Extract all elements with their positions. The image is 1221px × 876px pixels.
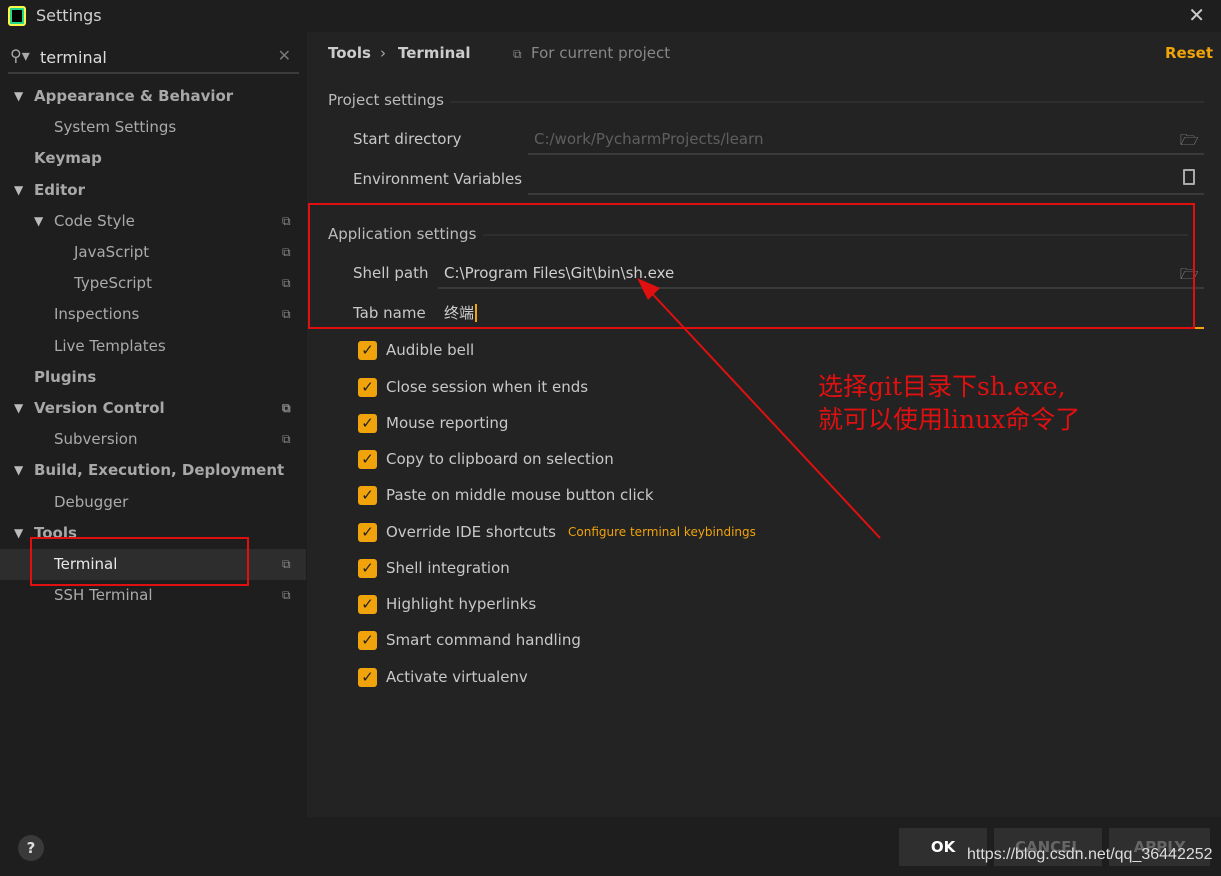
watermark: https://blog.csdn.net/qq_36442252 [967, 846, 1213, 863]
help-button[interactable]: ? [18, 835, 44, 861]
annotation-text: 选择git目录下sh.exe, 就可以使用linux命令了 [818, 370, 1080, 436]
annotation-line: 选择git目录下sh.exe, [818, 372, 1066, 401]
annotation-arrow [637, 278, 881, 539]
annotation-line: 就可以使用linux命令了 [818, 405, 1081, 434]
